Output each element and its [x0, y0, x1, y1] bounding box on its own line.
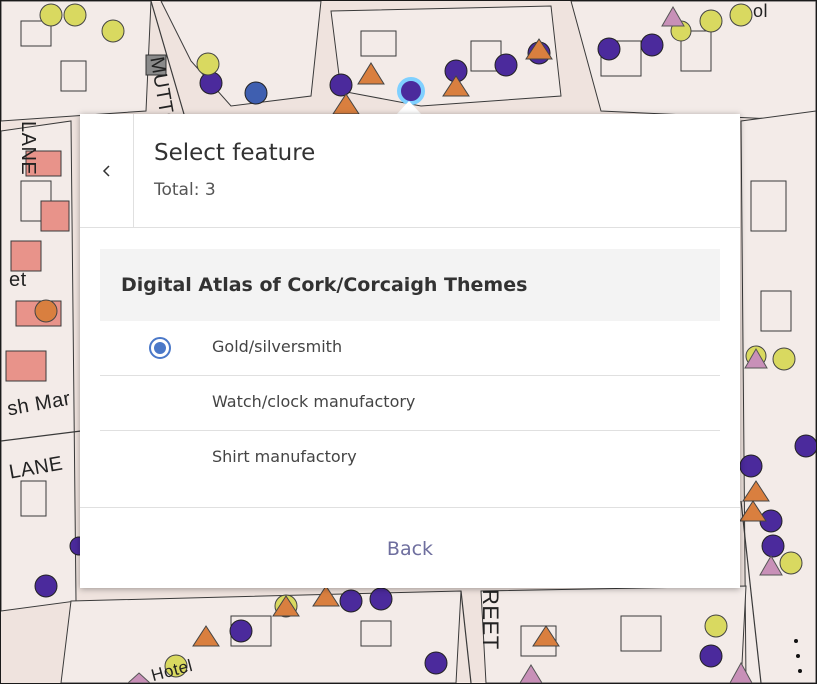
- popup-title: Select feature: [154, 140, 316, 166]
- layer-group-title: Digital Atlas of Cork/Corcaigh Themes: [121, 274, 528, 296]
- street-label-street: REET: [478, 589, 503, 650]
- chevron-left-icon: [102, 164, 110, 177]
- feature-option-shirt[interactable]: Shirt manufactory: [100, 431, 720, 485]
- popup-footer: Back: [80, 507, 740, 589]
- street-label-lane-upper: LANE: [17, 121, 39, 176]
- back-chevron-button[interactable]: [80, 114, 134, 227]
- feature-popup: Select feature Total: 3 Digital Atlas of…: [80, 114, 740, 588]
- feature-option-watch-clock[interactable]: Watch/clock manufactory: [100, 376, 720, 431]
- feature-option-label: Watch/clock manufactory: [212, 392, 416, 411]
- popup-pointer: [396, 101, 422, 115]
- street-label-top-right: ol: [753, 1, 769, 21]
- radio-selected-icon[interactable]: [148, 336, 172, 360]
- feature-option-label: Shirt manufactory: [212, 447, 357, 466]
- back-button[interactable]: Back: [363, 530, 457, 568]
- feature-option-label: Gold/silversmith: [212, 337, 343, 356]
- popup-header: Select feature Total: 3: [80, 114, 740, 228]
- layer-group-header: Digital Atlas of Cork/Corcaigh Themes: [100, 249, 720, 321]
- feature-option-gold-silversmith[interactable]: Gold/silversmith: [100, 321, 720, 376]
- popup-total-count: Total: 3: [154, 180, 216, 200]
- map-view[interactable]: MUTTON LANE et sh Mar LANE REET Hotel ol…: [0, 0, 817, 684]
- street-label-et: et: [9, 269, 27, 291]
